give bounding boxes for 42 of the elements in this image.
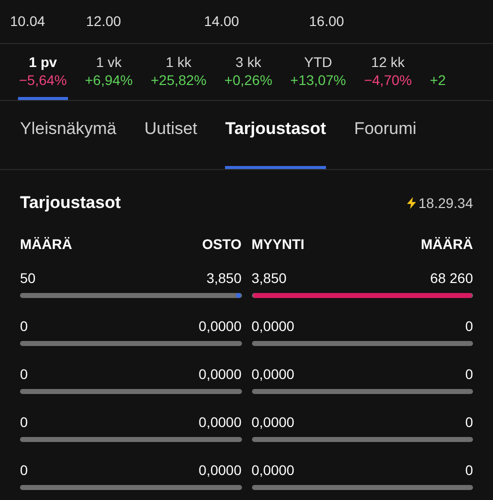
tab[interactable]: Foorumi	[354, 109, 416, 169]
table-cell-text: 0,0000	[198, 413, 242, 432]
table-cell-text: 0	[465, 413, 473, 432]
table-cell-text: 0	[20, 317, 28, 336]
section-title: Tarjoustasot	[20, 192, 121, 214]
lightning-icon	[406, 197, 416, 209]
table-cell-text: 0,0000	[198, 461, 242, 480]
table-cell-text: 0	[465, 365, 473, 384]
table-cell-text: 0,0000	[198, 365, 242, 384]
table-cell-text: 3,850	[206, 269, 242, 288]
table-cell-text: 0	[20, 365, 28, 384]
axis-label: 10.04	[10, 12, 46, 28]
period-tab[interactable]: 12 kk −4,70%	[362, 44, 413, 100]
column-header: MÄÄRÄ	[420, 235, 473, 254]
period-tab[interactable]: 1 vk +6,94%	[84, 44, 134, 100]
table-cell-text: 0,0000	[252, 365, 294, 384]
table-cell-text: 0	[20, 461, 28, 480]
axis-label: 12.00	[86, 12, 122, 28]
period-tab[interactable]: 1 kk +25,82%	[150, 44, 208, 100]
axis-label: 14.00	[204, 12, 240, 28]
column-header: MÄÄRÄ	[20, 235, 72, 254]
tab[interactable]: Tarjoustasot	[225, 109, 326, 169]
table-cell-text: 0	[20, 413, 28, 432]
table-cell-text: 0,0000	[252, 413, 294, 432]
table-cell-text: 0,0000	[198, 317, 242, 336]
table-cell-text: 50	[20, 269, 36, 288]
table-cell-text: 0,0000	[252, 317, 294, 336]
table-cell-text: 0	[465, 317, 473, 336]
column-header: OSTO	[202, 235, 242, 254]
table-cell-text: 0,0000	[252, 461, 294, 480]
update-time: 18.29.34	[418, 194, 473, 212]
axis-label: 16.00	[309, 12, 344, 28]
table-cell-text: 0	[465, 461, 473, 480]
period-tab[interactable]: +2	[428, 44, 447, 100]
period-tab[interactable]: 3 kk +0,26%	[223, 44, 274, 100]
period-tab[interactable]: 1 pv −5,64%	[18, 44, 68, 100]
tab[interactable]: Yleisnäkymä	[20, 109, 116, 169]
column-header: MYYNTI	[252, 235, 304, 254]
period-tab[interactable]: YTD +13,07%	[289, 44, 347, 100]
table-cell-text: 3,850	[252, 269, 287, 288]
table-cell-text: 68 260	[430, 269, 473, 288]
tab[interactable]: Uutiset	[144, 109, 198, 169]
